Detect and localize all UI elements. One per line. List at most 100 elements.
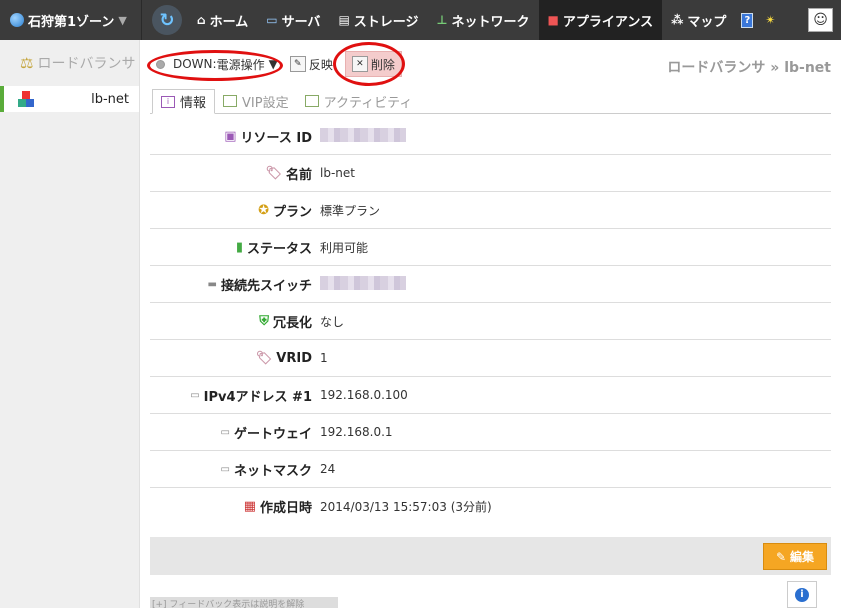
ip-address-icon: ▭ <box>220 426 230 438</box>
delete-button[interactable]: ✕ 削除 <box>344 51 402 77</box>
nav-label: ネットワーク <box>451 14 530 30</box>
tab-info[interactable]: i 情報 <box>152 89 216 114</box>
nav-label: アプライアンス <box>562 14 654 30</box>
sidebar-item-lb-net[interactable]: lb-net <box>0 86 139 112</box>
switch-icon: ▬ <box>207 278 217 290</box>
id-icon: ▣ <box>224 128 237 144</box>
edit-button[interactable]: ✎ 編集 <box>763 543 827 570</box>
detail-table: ▣ リソース ID 🏷 名前 lb-net ✪ プラン 標準プラン ▮ ステータス 利用… <box>150 118 831 525</box>
map-icon: ⁂ <box>671 13 684 27</box>
pencil-icon: ✎ <box>775 549 787 564</box>
detail-value: 24 <box>320 462 336 476</box>
tab-activity[interactable]: アクティビティ <box>297 89 421 113</box>
nav-appliance[interactable]: ■ アプライアンス <box>538 0 663 40</box>
power-menu[interactable]: DOWN: 電源操作 ▼ <box>150 50 284 78</box>
calendar-icon: ▦ <box>243 499 256 514</box>
nav-network[interactable]: ⊥ ネットワーク <box>428 0 539 40</box>
monitor-icon <box>304 95 319 107</box>
delete-label: 削除 <box>370 57 395 72</box>
status-indicator-icon <box>156 59 165 69</box>
sidebar-section-header: ⚖ ロードバランサ <box>0 40 139 86</box>
detail-label: リソース ID <box>240 130 312 146</box>
sidebar-section-title: ロードバランサ <box>37 56 136 72</box>
info-icon: i <box>795 587 809 602</box>
redacted-value <box>320 127 406 142</box>
detail-row-vrid: 🏷 VRID 1 <box>150 340 831 377</box>
detail-value: なし <box>320 314 345 329</box>
reflect-button[interactable]: ✎ 反映 <box>284 51 339 77</box>
detail-label-cell: 🏷 名前 <box>150 164 312 183</box>
delete-icon: ✕ <box>351 56 368 72</box>
detail-label-cell: ▣ リソース ID <box>150 127 312 146</box>
breadcrumb: ロードバランサ » lb-net <box>667 60 831 76</box>
nav-map[interactable]: ⁂ マップ <box>662 0 735 40</box>
tag-icon: 🏷 <box>265 165 282 181</box>
notification-button[interactable]: ✴ <box>759 0 781 40</box>
detail-label: プラン <box>272 204 312 220</box>
refresh-button[interactable]: ↻ <box>152 5 182 35</box>
sidebar-item-label: lb-net <box>91 91 129 107</box>
nav-server[interactable]: ▭ サーバ <box>257 0 329 40</box>
detail-row-ipv4: ▭ IPv4アドレス #1 192.168.0.100 <box>150 377 831 414</box>
detail-value: 利用可能 <box>320 240 369 255</box>
detail-label-cell: ▬ 接続先スイッチ <box>150 275 312 294</box>
detail-value <box>320 127 406 145</box>
help-button[interactable]: ? <box>735 0 759 40</box>
tab-vip-settings[interactable]: VIP設定 <box>215 89 297 113</box>
chevron-down-icon: ▼ <box>268 57 278 71</box>
edit-label: 編集 <box>790 550 815 564</box>
detail-value: 192.168.0.100 <box>320 388 408 402</box>
help-icon: ? <box>741 12 754 28</box>
action-footer: ✎ 編集 <box>150 537 831 575</box>
tab-label: 情報 <box>180 96 207 111</box>
detail-row-switch: ▬ 接続先スイッチ <box>150 266 831 303</box>
redacted-value <box>320 275 406 290</box>
detail-row-plan: ✪ プラン 標準プラン <box>150 192 831 229</box>
nav-storage[interactable]: ▤ ストレージ <box>329 0 427 40</box>
detail-label: ゲートウェイ <box>233 426 312 442</box>
detail-label-cell: 🏷 VRID <box>150 351 312 366</box>
detail-label: ステータス <box>246 241 312 257</box>
tag-icon: 🏷 <box>255 350 273 366</box>
power-operation-label: 電源操作 <box>216 57 265 72</box>
network-icon: ⊥ <box>436 13 448 27</box>
monitor-icon <box>223 95 238 107</box>
detail-label: VRID <box>276 350 312 366</box>
home-icon: ⌂ <box>197 13 206 27</box>
ip-address-icon: ▭ <box>220 463 230 475</box>
feedback-tab[interactable]: [+] フィードバック表示は説明を解除 <box>150 597 338 608</box>
tab-bar: i 情報 VIP設定 アクティビティ <box>150 89 831 114</box>
detail-value: 192.168.0.1 <box>320 425 393 439</box>
zone-label: 石狩第1ゾーン <box>28 14 115 30</box>
detail-label: IPv4アドレス #1 <box>203 389 312 405</box>
medal-icon: ✪ <box>258 202 269 218</box>
detail-value <box>320 275 406 293</box>
traffic-light-icon: ▮ <box>235 239 243 255</box>
detail-label: 冗長化 <box>272 315 312 331</box>
storage-icon: ▤ <box>338 13 350 27</box>
detail-label: ネットマスク <box>233 463 312 479</box>
zone-selector[interactable]: 石狩第1ゾーン ▼ <box>0 0 142 40</box>
info-button[interactable]: i <box>787 581 817 608</box>
detail-label: 作成日時 <box>259 501 312 516</box>
star-icon: ✴ <box>765 13 776 27</box>
status-label: DOWN: <box>173 57 217 71</box>
detail-label-cell: ▮ ステータス <box>150 238 312 257</box>
detail-label-cell: ▭ ネットマスク <box>150 460 312 479</box>
tab-label: VIP設定 <box>242 95 289 111</box>
detail-value: 標準プラン <box>320 203 381 218</box>
info-icon: i <box>161 95 175 108</box>
detail-label: 名前 <box>285 167 312 183</box>
chevron-down-icon: ▼ <box>118 13 127 27</box>
user-icon: ☺ <box>813 12 828 28</box>
ip-address-icon: ▭ <box>190 389 200 401</box>
globe-icon <box>10 13 24 27</box>
action-toolbar: DOWN: 電源操作 ▼ ✎ 反映 ✕ 削除 <box>150 50 402 78</box>
detail-label: 接続先スイッチ <box>220 278 312 294</box>
user-account-button[interactable]: ☺ <box>808 8 833 32</box>
nav-home[interactable]: ⌂ ホーム <box>188 0 257 40</box>
detail-row-redundancy: ⛨ 冗長化 なし <box>150 303 831 340</box>
detail-row-created: ▦ 作成日時 2014/03/13 15:57:03 (3分前) <box>150 488 831 525</box>
shield-icon: ⛨ <box>259 313 269 329</box>
nav-label: マップ <box>687 14 727 30</box>
